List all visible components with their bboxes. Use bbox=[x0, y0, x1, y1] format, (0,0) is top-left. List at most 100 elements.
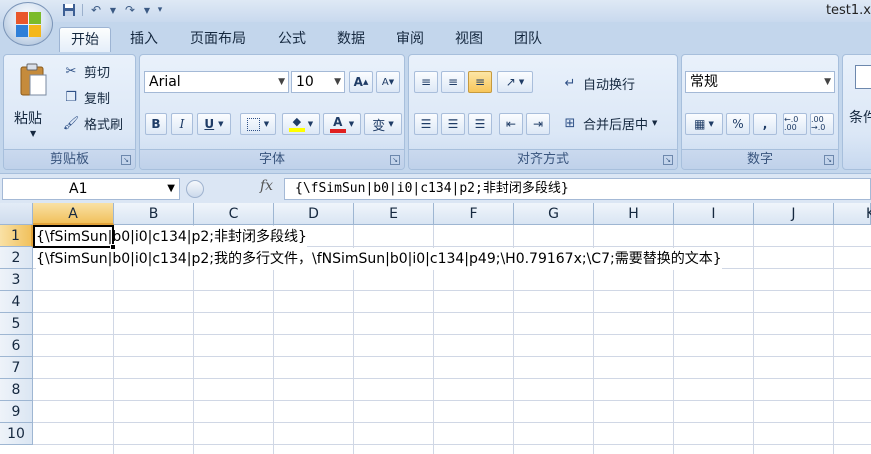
chevron-down-icon[interactable]: ▼ bbox=[109, 2, 117, 18]
chevron-down-icon: ▼ bbox=[388, 120, 394, 128]
column-header-d[interactable]: D bbox=[274, 203, 354, 225]
italic-button[interactable]: I bbox=[171, 113, 193, 135]
tab-formulas[interactable]: 公式 bbox=[266, 27, 318, 52]
redo-icon[interactable]: ↷ bbox=[121, 2, 139, 18]
tab-review[interactable]: 审阅 bbox=[384, 27, 436, 52]
row-header-10[interactable]: 10 bbox=[0, 423, 33, 445]
fill-handle[interactable] bbox=[110, 244, 116, 250]
decrease-indent-button[interactable]: ⇤ bbox=[499, 113, 523, 135]
row-header-2[interactable]: 2 bbox=[0, 247, 33, 269]
number-format-value: 常规 bbox=[690, 74, 718, 90]
column-header-k[interactable]: K bbox=[834, 203, 871, 225]
format-painter-button[interactable]: 🖌 格式刷 bbox=[62, 112, 123, 134]
align-right-button[interactable]: ☰ bbox=[468, 113, 492, 135]
tab-page-layout[interactable]: 页面布局 bbox=[180, 27, 256, 52]
shrink-font-button[interactable]: A ▼ bbox=[376, 71, 400, 93]
row-header-7[interactable]: 7 bbox=[0, 357, 33, 379]
conditional-format-button[interactable]: 条件 bbox=[845, 61, 871, 141]
row-header-9[interactable]: 9 bbox=[0, 401, 33, 423]
dialog-launcher-icon[interactable]: ↘ bbox=[663, 155, 673, 165]
insert-function-button[interactable]: fx bbox=[260, 178, 273, 194]
save-icon[interactable] bbox=[60, 2, 78, 18]
cell-a2[interactable]: {\fSimSun|b0|i0|c134|p2;我的多行文件，\fNSimSun… bbox=[36, 248, 722, 270]
customize-qat-icon[interactable]: ▾ bbox=[155, 2, 165, 18]
expand-handle-icon[interactable] bbox=[186, 180, 204, 198]
column-header-e[interactable]: E bbox=[354, 203, 434, 225]
name-box[interactable]: A1 ▼ bbox=[2, 178, 180, 200]
copy-button[interactable]: ❐ 复制 bbox=[62, 86, 110, 108]
align-middle-button[interactable]: ≡ bbox=[441, 71, 465, 93]
column-header-b[interactable]: B bbox=[114, 203, 194, 225]
font-color-button[interactable]: A ▼ bbox=[323, 113, 361, 135]
number-format-combo[interactable]: 常规 ▼ bbox=[685, 71, 835, 93]
cut-button[interactable]: ✂ 剪切 bbox=[62, 60, 110, 82]
dialog-launcher-icon[interactable]: ↘ bbox=[390, 155, 400, 165]
gridline bbox=[33, 334, 871, 335]
column-header-f[interactable]: F bbox=[434, 203, 514, 225]
group-label-clipboard: 剪贴板 bbox=[4, 149, 135, 169]
formula-tools: fx bbox=[182, 178, 284, 200]
wrap-text-label: 自动换行 bbox=[583, 77, 636, 93]
font-size-combo[interactable]: 10 ▼ bbox=[291, 71, 345, 93]
orientation-button[interactable]: ↗ ▼ bbox=[497, 71, 533, 93]
borders-icon bbox=[246, 117, 260, 131]
align-top-button[interactable]: ≡ bbox=[414, 71, 438, 93]
chevron-down-icon[interactable]: ▼ bbox=[143, 2, 151, 18]
gridline bbox=[33, 400, 871, 401]
grow-font-button[interactable]: A ▲ bbox=[349, 71, 373, 93]
borders-button[interactable]: ▼ bbox=[240, 113, 276, 135]
chevron-down-icon: ▼ bbox=[708, 120, 714, 128]
paste-button[interactable]: 粘贴 ▼ bbox=[12, 61, 56, 143]
comma-style-button[interactable]: , bbox=[753, 113, 777, 135]
formula-input[interactable]: {\fSimSun|b0|i0|c134|p2;非封闭多段线} bbox=[284, 178, 871, 200]
percent-button[interactable]: % bbox=[726, 113, 750, 135]
wrap-text-button[interactable]: ↵ 自动换行 bbox=[561, 72, 635, 94]
dialog-launcher-icon[interactable]: ↘ bbox=[121, 155, 131, 165]
decrease-decimal-button[interactable]: .00 →.0 bbox=[810, 113, 834, 135]
row-header-6[interactable]: 6 bbox=[0, 335, 33, 357]
row-header-8[interactable]: 8 bbox=[0, 379, 33, 401]
office-button[interactable] bbox=[3, 2, 53, 46]
column-header-h[interactable]: H bbox=[594, 203, 674, 225]
column-header-j[interactable]: J bbox=[754, 203, 834, 225]
worksheet-grid[interactable]: A B C D E F G H I J K 1 2 3 4 5 6 7 8 9 … bbox=[0, 203, 871, 454]
font-name-combo[interactable]: Arial ▼ bbox=[144, 71, 289, 93]
tab-view[interactable]: 视图 bbox=[443, 27, 495, 52]
column-header-c[interactable]: C bbox=[194, 203, 274, 225]
undo-icon[interactable]: ↶ bbox=[87, 2, 105, 18]
merge-center-button[interactable]: ⊞ 合并后居中 ▼ bbox=[561, 112, 658, 134]
tab-data[interactable]: 数据 bbox=[325, 27, 377, 52]
accounting-format-button[interactable]: ▦ ▼ bbox=[685, 113, 723, 135]
row-header-5[interactable]: 5 bbox=[0, 313, 33, 335]
underline-glyph: U bbox=[204, 117, 215, 131]
row-header-4[interactable]: 4 bbox=[0, 291, 33, 313]
fill-color-button[interactable]: ◆ ▼ bbox=[282, 113, 320, 135]
row-header-1[interactable]: 1 bbox=[0, 225, 33, 247]
increase-indent-button[interactable]: ⇥ bbox=[526, 113, 550, 135]
bold-button[interactable]: B bbox=[145, 113, 167, 135]
tab-insert[interactable]: 插入 bbox=[118, 27, 170, 52]
office-logo-icon bbox=[16, 12, 41, 37]
copy-label: 复制 bbox=[84, 91, 111, 107]
tab-team[interactable]: 团队 bbox=[502, 27, 554, 52]
conditional-format-icon bbox=[855, 65, 871, 89]
select-all-button[interactable] bbox=[0, 203, 33, 225]
group-number: 常规 ▼ ▦ ▼ % , ←.0 .00 .00 →.0 数字 ↘ bbox=[681, 54, 839, 170]
underline-button[interactable]: U ▼ bbox=[197, 113, 231, 135]
column-header-a[interactable]: A bbox=[33, 203, 114, 225]
phonetic-guide-button[interactable]: 变 ▼ bbox=[364, 113, 402, 135]
align-bottom-icon: ≡ bbox=[474, 75, 486, 89]
column-header-i[interactable]: I bbox=[674, 203, 754, 225]
align-center-button[interactable]: ☰ bbox=[441, 113, 465, 135]
row-header-3[interactable]: 3 bbox=[0, 269, 33, 291]
align-bottom-button[interactable]: ≡ bbox=[468, 71, 492, 93]
merge-center-label: 合并后居中 bbox=[583, 117, 649, 133]
ribbon-tabs: 开始 插入 页面布局 公式 数据 审阅 视图 团队 bbox=[0, 22, 871, 52]
increase-decimal-button[interactable]: ←.0 .00 bbox=[783, 113, 807, 135]
font-size-value: 10 bbox=[296, 74, 314, 90]
dialog-launcher-icon[interactable]: ↘ bbox=[824, 155, 834, 165]
chevron-down-icon: ▼ bbox=[652, 119, 658, 127]
column-header-g[interactable]: G bbox=[514, 203, 594, 225]
tab-home[interactable]: 开始 bbox=[59, 27, 111, 52]
align-left-button[interactable]: ☰ bbox=[414, 113, 438, 135]
